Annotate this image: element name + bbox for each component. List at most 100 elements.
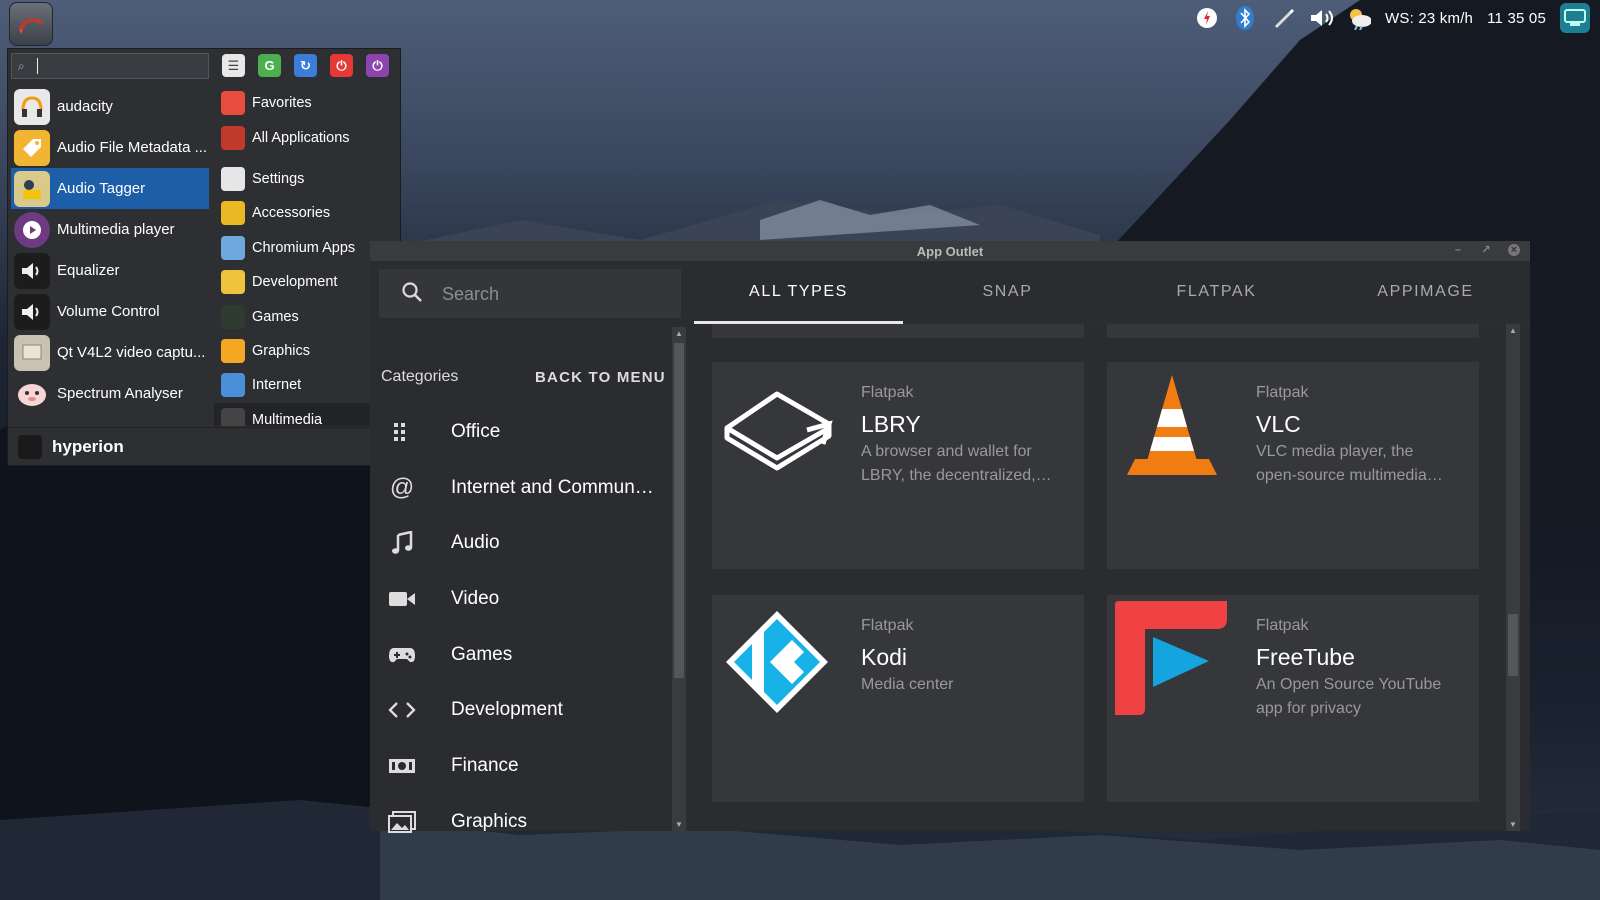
- category-label: Multimedia: [252, 411, 323, 426]
- app-item-audio-file-metadata[interactable]: Audio File Metadata ...: [11, 127, 209, 168]
- category-settings[interactable]: Settings: [214, 162, 394, 196]
- category-video[interactable]: Video: [370, 571, 670, 627]
- main-scrollbar[interactable]: ▲ ▼: [1506, 324, 1520, 831]
- at-icon: @: [389, 473, 415, 501]
- scroll-down-arrow[interactable]: ▼: [1509, 820, 1517, 829]
- tab-all-types[interactable]: ALL TYPES: [694, 261, 903, 324]
- category-all-applications[interactable]: All Applications: [214, 120, 394, 154]
- app-item-qt-v4l2[interactable]: Qt V4L2 video captu...: [11, 332, 209, 373]
- app-description: An Open Source YouTube app for privacy: [1256, 676, 1442, 717]
- app-card-partial[interactable]: [712, 324, 1084, 338]
- category-label: Development: [451, 699, 563, 721]
- category-audio[interactable]: Audio: [370, 515, 670, 571]
- back-to-menu-button[interactable]: BACK TO MENU: [535, 369, 666, 386]
- app-card-lbry[interactable]: Flatpak LBRY A browser and wallet for LB…: [712, 362, 1084, 569]
- category-multimedia[interactable]: Multimedia: [214, 402, 394, 426]
- category-label: Chromium Apps: [252, 239, 356, 256]
- category-graphics[interactable]: Graphics: [214, 334, 394, 368]
- bluetooth-icon[interactable]: [1233, 6, 1257, 30]
- volume-icon[interactable]: [1309, 6, 1334, 30]
- category-label: Games: [451, 643, 513, 665]
- pen-tool-icon[interactable]: [1271, 6, 1295, 30]
- app-name: LBRY: [861, 411, 921, 437]
- app-item-label: Volume Control: [57, 303, 160, 320]
- category-development[interactable]: Development: [370, 682, 670, 738]
- window-titlebar[interactable]: App Outlet – ↗ ×: [370, 241, 1530, 261]
- tab-flatpak[interactable]: FLATPAK: [1112, 261, 1321, 323]
- app-item-spectrum-analyser[interactable]: Spectrum Analyser: [11, 373, 209, 414]
- sidebar-scrollbar[interactable]: ▲ ▼: [672, 327, 686, 831]
- category-accessories[interactable]: Accessories: [214, 196, 394, 230]
- app-item-volume-control[interactable]: Volume Control: [11, 291, 209, 332]
- headphones-icon: [14, 88, 50, 125]
- main-menu-button[interactable]: [9, 2, 53, 46]
- app-browser: ALL TYPES SNAP FLATPAK APPIMAGE Flatpak …: [694, 261, 1530, 831]
- minimize-icon[interactable]: –: [1452, 244, 1464, 256]
- maximize-icon[interactable]: ↗: [1480, 244, 1492, 256]
- money-icon: [388, 752, 416, 780]
- category-graphics[interactable]: Graphics: [370, 794, 670, 850]
- app-card-freetube[interactable]: Flatpak FreeTube An Open Source YouTube …: [1107, 595, 1479, 802]
- record-icon[interactable]: [1195, 6, 1219, 30]
- audio-tagger-icon: [14, 170, 50, 207]
- settings-icon: [221, 166, 245, 191]
- switch-user-icon[interactable]: ↻: [294, 54, 317, 77]
- scroll-up-arrow[interactable]: ▲: [675, 329, 683, 338]
- app-list: audacity Audio File Metadata ... Audio T…: [11, 86, 209, 426]
- app-item-audacity[interactable]: audacity: [11, 86, 209, 127]
- category-development[interactable]: Development: [214, 265, 394, 299]
- user-account[interactable]: hyperion: [8, 427, 400, 465]
- app-card-grid: Flatpak LBRY A browser and wallet for LB…: [694, 324, 1504, 831]
- category-internet[interactable]: Internet: [214, 368, 394, 402]
- clock[interactable]: 11 35 05: [1487, 10, 1546, 27]
- app-item-label: Audio File Metadata ...: [57, 139, 208, 156]
- search-box[interactable]: [379, 269, 681, 318]
- space-invader-icon: [221, 304, 245, 329]
- lock-screen-icon[interactable]: G: [258, 54, 281, 77]
- kodi-logo: [718, 603, 836, 721]
- category-games[interactable]: Games: [214, 299, 394, 333]
- app-item-label: Spectrum Analyser: [57, 385, 183, 402]
- category-chromium-apps[interactable]: Chromium Apps: [214, 231, 394, 265]
- category-label: Finance: [451, 754, 519, 776]
- app-item-label: Audio Tagger: [57, 180, 146, 197]
- category-games[interactable]: Games: [370, 627, 670, 683]
- close-icon[interactable]: ×: [1508, 244, 1520, 256]
- search-input[interactable]: [442, 279, 662, 309]
- speaker-icon: [14, 252, 50, 289]
- app-item-label: Qt V4L2 video captu...: [57, 344, 206, 361]
- scroll-thumb[interactable]: [1508, 614, 1518, 676]
- app-type: Flatpak: [861, 617, 914, 634]
- weather-icon[interactable]: [1347, 6, 1372, 30]
- logout-icon[interactable]: ⏻: [366, 54, 389, 77]
- app-card-vlc[interactable]: Flatpak VLC VLC media player, the open-s…: [1107, 362, 1479, 569]
- scroll-down-arrow[interactable]: ▼: [675, 820, 683, 829]
- settings-manager-icon[interactable]: ☰: [222, 54, 245, 77]
- tab-snap[interactable]: SNAP: [903, 261, 1112, 323]
- app-item-multimedia-player[interactable]: Multimedia player: [11, 209, 209, 250]
- scroll-up-arrow[interactable]: ▲: [1509, 326, 1517, 335]
- category-label: Internet: [252, 377, 302, 394]
- menu-search-field[interactable]: ⌕: [11, 53, 209, 79]
- app-type: Flatpak: [1256, 617, 1309, 634]
- app-item-audio-tagger[interactable]: Audio Tagger: [11, 168, 209, 209]
- app-card-partial[interactable]: [1107, 324, 1479, 338]
- grid-icon: [388, 418, 416, 446]
- scroll-thumb[interactable]: [674, 343, 684, 678]
- system-tray: WS: 23 km/h 11 35 05: [1195, 3, 1590, 33]
- vlc-logo: [1113, 370, 1231, 488]
- app-card-kodi[interactable]: Flatpak Kodi Media center: [712, 595, 1084, 802]
- category-finance[interactable]: Finance: [370, 738, 670, 794]
- tab-appimage[interactable]: APPIMAGE: [1321, 261, 1530, 323]
- app-menu-icon: [19, 18, 44, 34]
- app-item-equalizer[interactable]: Equalizer: [11, 250, 209, 291]
- category-office[interactable]: Office: [370, 404, 670, 460]
- power-icon[interactable]: ⏻: [330, 54, 353, 77]
- code-icon: [388, 696, 416, 724]
- play-circle-icon: [14, 211, 50, 248]
- category-label: Office: [451, 420, 501, 442]
- category-internet-and-communication[interactable]: @ Internet and Commun…: [370, 460, 670, 516]
- app-description: VLC media player, the open-source multim…: [1256, 443, 1443, 484]
- category-favorites[interactable]: Favorites: [214, 86, 394, 120]
- window-list-icon[interactable]: [1560, 3, 1590, 33]
